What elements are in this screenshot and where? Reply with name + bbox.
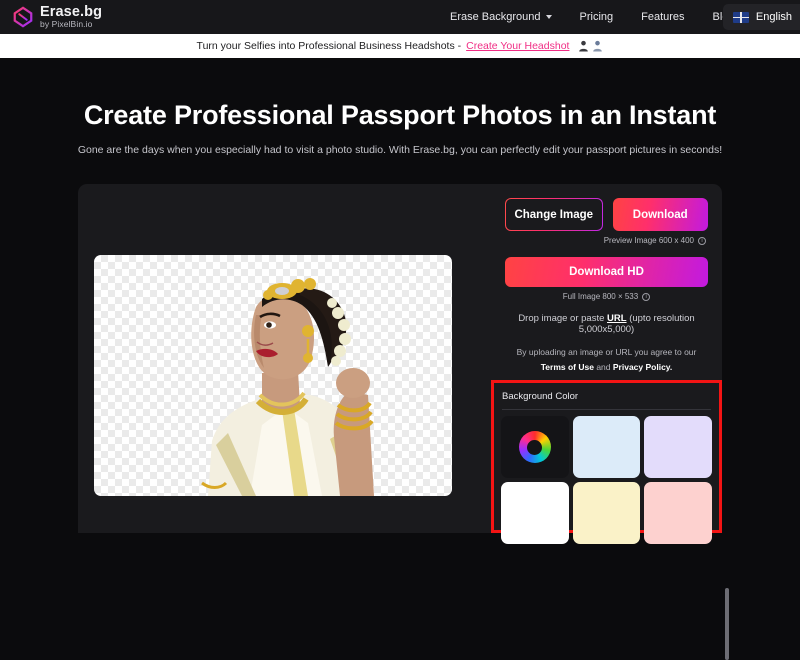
main-nav: Erase Background Pricing Features Blog [450, 0, 735, 34]
editor-side-panel: Change Image Download Preview Image 600 … [491, 198, 722, 533]
primary-action-row: Change Image Download [491, 198, 722, 231]
download-button[interactable]: Download [613, 198, 709, 231]
hero-subtitle: Gone are the days when you especially ha… [0, 143, 800, 158]
panel-scrollbar-thumb[interactable] [725, 588, 729, 660]
person-avatar-icon [578, 40, 589, 52]
chevron-down-icon [546, 15, 552, 19]
background-color-swatch-grid [494, 410, 719, 544]
nav-label: Erase Background [450, 11, 541, 23]
nav-item-pricing[interactable]: Pricing [580, 11, 614, 23]
language-label: English [756, 11, 792, 23]
drop-image-hint: Drop image or paste URL (upto resolution… [491, 313, 722, 335]
full-meta-label: Full Image 800 × 533 [563, 292, 638, 301]
drop-prefix: Drop image or paste [518, 313, 604, 324]
brand-name: Erase.bg [40, 5, 102, 20]
page-title: Create Professional Passport Photos in a… [0, 100, 800, 131]
promo-avatars [578, 40, 603, 52]
legal-text: By uploading an image or URL you agree t… [517, 347, 697, 357]
color-wheel-icon [519, 431, 551, 463]
swatch-light-yellow[interactable] [573, 482, 641, 544]
paste-url-link[interactable]: URL [607, 313, 627, 324]
nav-item-erase-background[interactable]: Erase Background [450, 11, 552, 23]
info-icon[interactable]: i [698, 237, 706, 245]
privacy-policy-link[interactable]: Privacy Policy. [613, 362, 672, 372]
swatch-light-pink[interactable] [644, 482, 712, 544]
background-color-title: Background Color [494, 383, 719, 402]
change-image-button[interactable]: Change Image [505, 198, 603, 231]
swatch-white[interactable] [501, 482, 569, 544]
promo-banner: Turn your Selfies into Professional Busi… [0, 34, 800, 58]
full-image-meta: Full Image 800 × 533 i [491, 292, 722, 301]
swatch-light-blue[interactable] [573, 416, 641, 478]
color-picker-swatch[interactable] [501, 416, 569, 478]
editor-workspace: Change Image Download Preview Image 600 … [78, 184, 722, 533]
terms-of-use-link[interactable]: Terms of Use [541, 362, 594, 372]
subject-image [190, 255, 380, 496]
promo-text: Turn your Selfies into Professional Busi… [197, 40, 462, 52]
brand-tagline: by PixelBin.io [40, 20, 102, 29]
swatch-light-purple[interactable] [644, 416, 712, 478]
download-hd-button[interactable]: Download HD [505, 257, 708, 287]
top-navigation-bar: Erase.bg by PixelBin.io Erase Background… [0, 0, 800, 34]
brand-logo[interactable]: Erase.bg by PixelBin.io [0, 0, 102, 34]
hero-section: Create Professional Passport Photos in a… [0, 58, 800, 176]
create-headshot-link[interactable]: Create Your Headshot [466, 40, 569, 52]
person-avatar-icon [592, 40, 603, 52]
erase-bg-logo-icon [12, 6, 34, 28]
preview-meta-label: Preview Image 600 x 400 [604, 236, 694, 245]
info-icon[interactable]: i [642, 293, 650, 301]
preview-image-meta: Preview Image 600 x 400 i [491, 236, 722, 245]
background-color-section: Background Color [491, 380, 722, 533]
language-selector[interactable]: English [723, 4, 800, 30]
legal-disclaimer: By uploading an image or URL you agree t… [491, 345, 722, 375]
image-preview-canvas[interactable] [94, 255, 452, 496]
legal-and: and [594, 362, 613, 372]
uk-flag-icon [733, 12, 749, 23]
nav-item-features[interactable]: Features [641, 11, 684, 23]
